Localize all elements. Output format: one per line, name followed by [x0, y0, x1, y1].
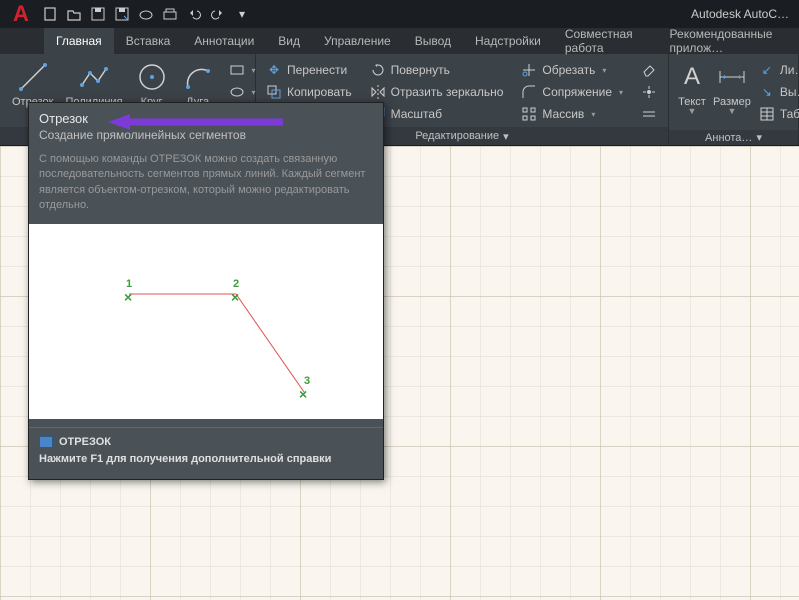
text-icon: A: [675, 60, 709, 94]
fillet-icon: [521, 84, 537, 100]
move-button[interactable]: ✥Перенести: [262, 60, 356, 80]
array-button[interactable]: Массив▾: [517, 104, 627, 124]
trim-button[interactable]: Обрезать▾: [517, 60, 627, 80]
tooltip-line: Отрезок Создание прямолинейных сегментов…: [28, 102, 384, 480]
rect-icon: [229, 62, 245, 78]
tab-collab[interactable]: Совместная работа: [553, 28, 658, 54]
redo-icon[interactable]: [208, 4, 228, 24]
caret-icon: ▼: [727, 106, 736, 116]
saveas-icon[interactable]: [112, 4, 132, 24]
polyline-icon: [77, 60, 111, 94]
tooltip-command: ОТРЕЗОК: [29, 428, 383, 450]
tab-addins[interactable]: Надстройки: [463, 28, 553, 54]
mleader-button[interactable]: ↘Вы…: [755, 82, 799, 102]
panel-annotation: A Текст ▼ Размер ▼ ↙Ли… ↘Вы… Таб… Аннота…: [669, 54, 799, 145]
dimension-button[interactable]: Размер ▼: [711, 58, 753, 118]
tab-annotate[interactable]: Аннотации: [182, 28, 266, 54]
rotate-button[interactable]: Повернуть: [366, 60, 508, 80]
plot-icon[interactable]: [160, 4, 180, 24]
trim-icon: [521, 62, 537, 78]
mleader-icon: ↘: [759, 84, 775, 100]
panel-caret-icon: ▾: [756, 131, 762, 144]
cloud-icon[interactable]: [136, 4, 156, 24]
caret-icon: ▼: [688, 106, 697, 116]
ribbon-tabs: Главная Вставка Аннотации Вид Управление…: [0, 28, 799, 54]
tooltip-description: С помощью команды ОТРЕЗОК можно создать …: [29, 152, 383, 224]
tab-home[interactable]: Главная: [44, 28, 114, 54]
qat-dropdown-icon[interactable]: ▾: [232, 4, 252, 24]
move-icon: ✥: [266, 62, 282, 78]
tab-view[interactable]: Вид: [266, 28, 312, 54]
tab-output[interactable]: Вывод: [403, 28, 463, 54]
tab-insert[interactable]: Вставка: [114, 28, 183, 54]
table-icon: [759, 106, 775, 122]
rotate-icon: [370, 62, 386, 78]
tooltip-help: Нажмите F1 для получения дополнительной …: [29, 450, 383, 479]
svg-text:×: ×: [231, 289, 239, 305]
erase-button[interactable]: [637, 60, 661, 80]
tab-manage[interactable]: Управление: [312, 28, 403, 54]
mirror-button[interactable]: Отразить зеркально: [366, 82, 508, 102]
ellipse-icon: [229, 84, 245, 100]
fillet-button[interactable]: Сопряжение▾: [517, 82, 627, 102]
rect-button[interactable]: ▾: [225, 60, 260, 80]
svg-text:×: ×: [124, 289, 132, 305]
leader-button[interactable]: ↙Ли…: [755, 60, 799, 80]
panel-caret-icon: ▾: [503, 130, 509, 143]
arc-icon: [181, 60, 215, 94]
app-title: Autodesk AutoC…: [691, 7, 795, 21]
command-icon: [39, 436, 53, 448]
save-icon[interactable]: [88, 4, 108, 24]
ellipse-button[interactable]: ▾: [225, 82, 260, 102]
explode-button[interactable]: [637, 82, 661, 102]
scale-button[interactable]: Масштаб: [366, 104, 508, 124]
panel-annot-label[interactable]: Аннота…▾: [669, 130, 798, 145]
table-button[interactable]: Таб…: [755, 104, 799, 124]
explode-icon: [641, 84, 657, 100]
quick-access-toolbar: A ▾ Autodesk AutoC…: [0, 0, 799, 28]
leader-icon: ↙: [759, 62, 775, 78]
undo-icon[interactable]: [184, 4, 204, 24]
tooltip-illustration: 1 × 2 × 3 ×: [29, 224, 383, 419]
offset-icon: [641, 106, 657, 122]
svg-text:×: ×: [299, 386, 307, 402]
array-icon: [521, 106, 537, 122]
line-icon: [16, 60, 50, 94]
copy-button[interactable]: Копировать: [262, 82, 356, 102]
mirror-icon: [370, 84, 386, 100]
copy-icon: [266, 84, 282, 100]
text-button[interactable]: A Текст ▼: [673, 58, 711, 118]
erase-icon: [641, 62, 657, 78]
open-icon[interactable]: [64, 4, 84, 24]
app-logo[interactable]: A: [4, 0, 38, 28]
tab-featured[interactable]: Рекомендованные прилож…: [658, 28, 799, 54]
annotation-arrow: [108, 112, 288, 132]
circle-icon: [135, 60, 169, 94]
new-icon[interactable]: [40, 4, 60, 24]
dimension-icon: [715, 60, 749, 94]
offset-button[interactable]: [637, 104, 661, 124]
